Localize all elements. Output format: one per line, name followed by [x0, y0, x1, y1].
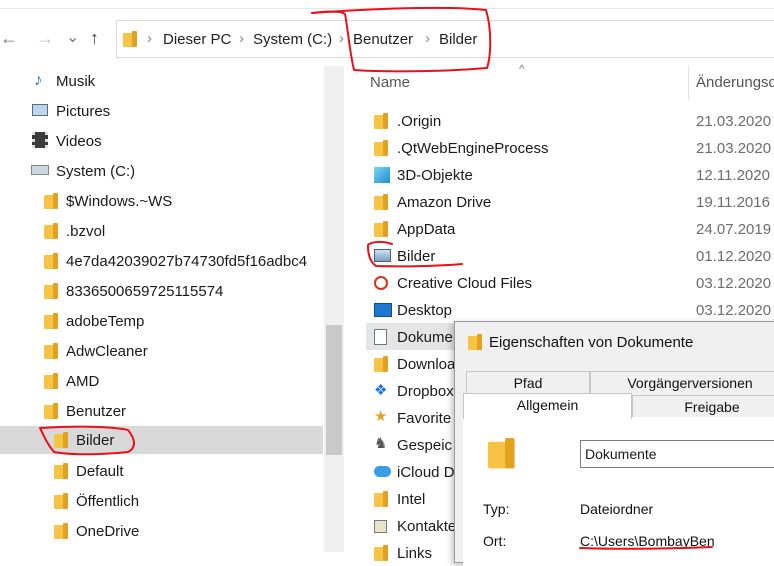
red-annotation-overlay: [39, 6, 713, 550]
annotation-circle-breadcrumb: [311, 6, 492, 73]
annotation-circle-tree-bilder: [39, 425, 135, 456]
annotation-underline-location: [579, 546, 713, 550]
annotation-underline-bilder: [367, 240, 463, 268]
